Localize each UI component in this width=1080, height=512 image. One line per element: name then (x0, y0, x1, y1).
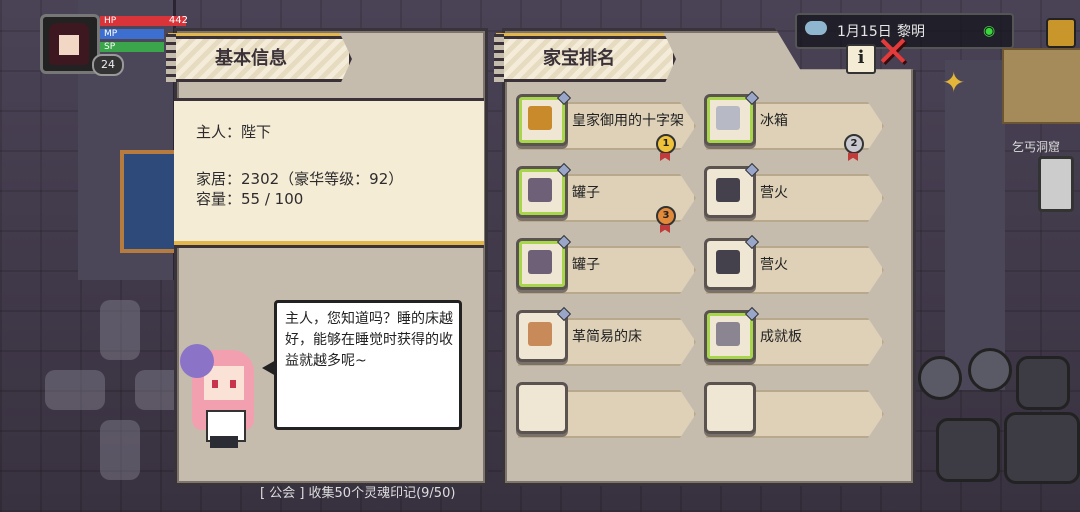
maid-speech-bubble: 主人，您知道吗？睡的床越好，能够在睡觉时获得的收益就越多呢~ (274, 300, 462, 430)
exit-icon[interactable] (1046, 18, 1076, 48)
heirloom-icon-box[interactable] (704, 382, 756, 434)
heirloom-icon-box[interactable] (704, 306, 760, 362)
heirloom-icon-box[interactable] (516, 234, 572, 290)
ribbon-spiral (494, 34, 504, 82)
heirloom-name: 皇家御用的十字架 (572, 113, 684, 129)
dungeon-wall-right (945, 60, 1005, 390)
rank-medal-icon: 1 (656, 134, 676, 161)
maid-character (180, 336, 266, 448)
dpad-left[interactable] (45, 370, 105, 410)
search-icon[interactable] (918, 356, 962, 400)
wings-icon: ✦ (942, 66, 966, 99)
map-name: 乞丐洞窟 (1012, 140, 1061, 154)
owner-info-box: 主人：陛下 家居：2302（豪华等级：92） 容量：55 / 100 (174, 98, 484, 245)
heirloom-icon-box[interactable] (704, 90, 760, 146)
hp-value: 442 (168, 15, 188, 26)
player-avatar[interactable] (40, 14, 100, 74)
skill-icon[interactable] (1016, 356, 1070, 410)
sp-bar: SP (100, 42, 164, 52)
campfire-icon (716, 178, 740, 202)
heirloom-icon-box[interactable] (704, 162, 760, 218)
basic-info-title: 基本信息 (172, 36, 352, 82)
heirloom-ranking-title: 家宝排名 (500, 36, 676, 82)
fridge-icon (716, 106, 740, 130)
sword-skill-button[interactable] (936, 418, 1000, 482)
jar-icon (528, 250, 552, 274)
wifi-icon: ◉ (983, 23, 996, 39)
heirloom-name: 成就板 (760, 329, 802, 345)
minimap[interactable] (1002, 48, 1080, 124)
heirloom-name: 革简易的床 (572, 329, 642, 345)
campfire-icon (716, 250, 740, 274)
phone-icon[interactable] (1038, 156, 1074, 212)
swap-icon[interactable] (968, 348, 1012, 392)
heirloom-icon-box[interactable] (516, 382, 568, 434)
close-icon[interactable]: ✕ (874, 31, 912, 73)
mp-bar: MP (100, 29, 164, 39)
heirloom-icon-box[interactable] (516, 162, 572, 218)
board-icon (716, 322, 740, 346)
heirloom-name: 冰箱 (760, 113, 788, 129)
player-level-badge: 24 (92, 54, 124, 76)
hp-bar: HP 442 (100, 15, 188, 26)
bow-attack-button[interactable] (1004, 412, 1080, 484)
dpad-down[interactable] (100, 420, 140, 480)
rank-medal-icon: 2 (844, 134, 864, 161)
dpad-up[interactable] (100, 300, 140, 360)
home-text: 家居：2302（豪华等级：92） (196, 170, 404, 188)
heirloom-name: 罐子 (572, 257, 600, 273)
owner-text: 主人：陛下 (196, 123, 272, 141)
cross-icon (528, 106, 552, 130)
heirloom-icon-box[interactable] (516, 90, 572, 146)
dpad[interactable] (45, 300, 195, 490)
heirloom-name: 营火 (760, 257, 788, 273)
heirloom-icon-box[interactable] (704, 234, 760, 290)
heirloom-name: 营火 (760, 185, 788, 201)
jar-icon (528, 178, 552, 202)
rank-medal-icon: 3 (656, 206, 676, 233)
heirloom-icon-box[interactable] (516, 306, 572, 362)
info-icon[interactable]: i (846, 44, 876, 74)
ribbon-spiral (166, 34, 176, 82)
capacity-text: 容量：55 / 100 (196, 190, 304, 208)
cloud-rain-icon (805, 21, 827, 35)
bed-icon (528, 322, 552, 346)
heirloom-name: 罐子 (572, 185, 600, 201)
